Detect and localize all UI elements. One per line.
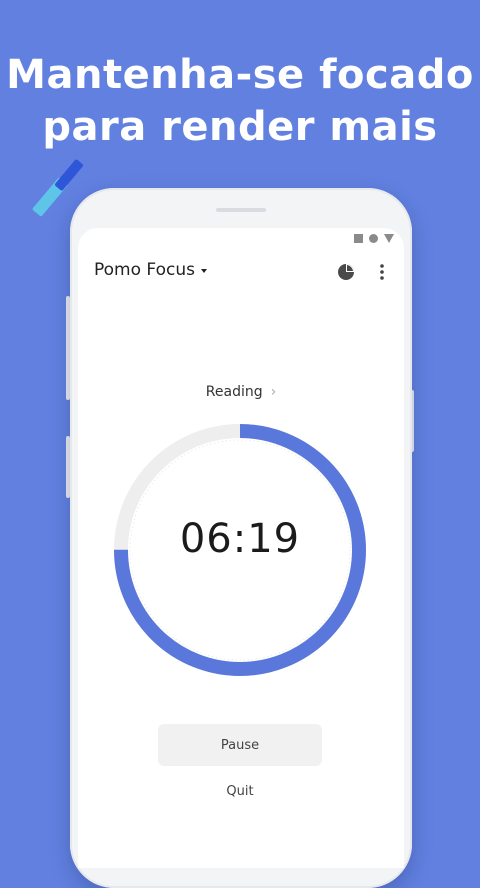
promo-headline-line2: para render mais bbox=[42, 104, 438, 150]
promo-headline-line1: Mantenha-se focado bbox=[6, 52, 474, 98]
chevron-right-icon: › bbox=[270, 384, 277, 400]
phone-speaker bbox=[216, 208, 266, 212]
decorative-stroke-dark bbox=[54, 158, 84, 192]
pie-chart-icon[interactable] bbox=[336, 262, 356, 282]
timer-display: 06:19 bbox=[179, 516, 301, 562]
status-bar bbox=[354, 234, 394, 243]
wifi-circle-icon bbox=[369, 234, 378, 243]
app-title-label: Pomo Focus bbox=[94, 260, 195, 280]
task-label: Reading bbox=[205, 384, 263, 400]
more-vertical-icon[interactable] bbox=[376, 262, 388, 282]
task-selector[interactable]: Reading › bbox=[78, 384, 404, 400]
pause-button[interactable]: Pause bbox=[158, 724, 322, 766]
app-title-dropdown[interactable]: Pomo Focus bbox=[94, 260, 207, 280]
battery-triangle-icon bbox=[384, 234, 394, 243]
signal-square-icon bbox=[354, 234, 363, 243]
caret-down-icon bbox=[200, 269, 207, 273]
quit-button[interactable]: Quit bbox=[198, 784, 282, 808]
app-screen: Pomo Focus Reading › 06:19 Pause Quit bbox=[78, 228, 404, 868]
